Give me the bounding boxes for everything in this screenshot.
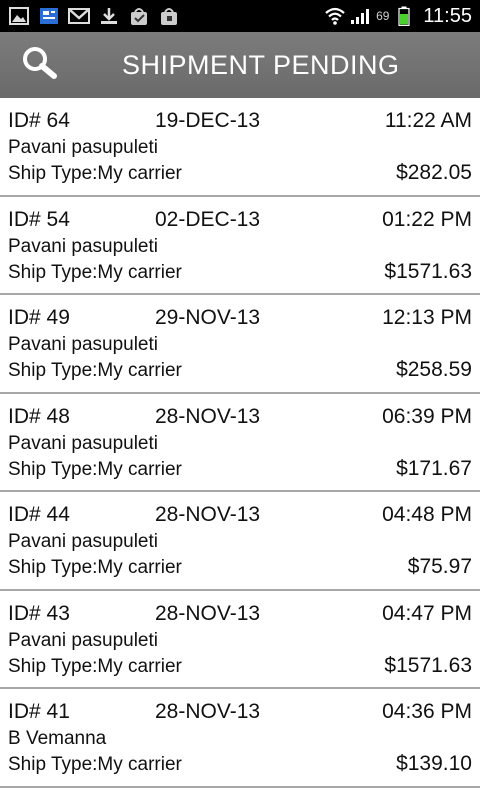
shipment-time: 01:22 PM: [382, 207, 472, 231]
customer-name: B Vemanna: [8, 728, 107, 749]
shipment-time: 04:47 PM: [382, 601, 472, 625]
shipment-id: ID# 41: [8, 700, 70, 723]
shipment-row[interactable]: ID# 43 28-NOV-13 04:47 PM Pavani pasupul…: [0, 591, 480, 689]
shipment-date: 29-NOV-13: [155, 306, 261, 329]
shipment-amount: $171.67: [396, 456, 472, 480]
ship-type: Ship Type:My carrier: [8, 557, 182, 578]
shipment-amount: $1571.63: [384, 259, 472, 283]
shipment-row[interactable]: ID# 44 28-NOV-13 04:48 PM Pavani pasupul…: [0, 492, 480, 591]
page-title: SHIPMENT PENDING: [122, 49, 400, 80]
status-bar: 69 11:55: [0, 0, 480, 32]
shipment-list[interactable]: ID# 64 19-DEC-13 11:22 AM Pavani pasupul…: [0, 98, 480, 788]
search-button[interactable]: [0, 32, 80, 98]
shipment-row[interactable]: ID# 49 29-NOV-13 12:13 PM Pavani pasupul…: [0, 295, 480, 394]
shipment-time: 06:39 PM: [382, 404, 472, 428]
shipment-id: ID# 44: [8, 503, 70, 526]
shipment-date: 28-NOV-13: [155, 700, 261, 723]
shipment-time: 04:48 PM: [382, 503, 472, 526]
ship-type: Ship Type:My carrier: [8, 754, 182, 775]
shipment-row[interactable]: ID# 64 19-DEC-13 11:22 AM Pavani pasupul…: [0, 98, 480, 197]
battery-icon: [393, 6, 415, 26]
app-header: SHIPMENT PENDING: [0, 32, 480, 98]
shipment-time: 11:22 AM: [384, 109, 472, 132]
ship-type: Ship Type:My carrier: [8, 163, 182, 184]
signal-icon: [350, 6, 372, 26]
search-icon: [20, 45, 60, 86]
shipment-id: ID# 49: [8, 306, 70, 329]
customer-name: Pavani pasupuleti: [8, 531, 158, 552]
shipment-row[interactable]: ID# 54 02-DEC-13 01:22 PM Pavani pasupul…: [0, 197, 480, 295]
shipment-row[interactable]: ID# 41 28-NOV-13 04:36 PM B Vemanna Ship…: [0, 689, 480, 788]
wifi-icon: [324, 6, 346, 26]
battery-percent: 69: [376, 9, 390, 23]
shipment-time: 12:13 PM: [382, 306, 472, 329]
download-icon: [98, 6, 120, 26]
store-icon: [128, 6, 150, 26]
notification-icons: [8, 6, 180, 26]
gmail-icon: [68, 6, 90, 26]
ship-type: Ship Type:My carrier: [8, 261, 182, 283]
customer-name: Pavani pasupuleti: [8, 334, 158, 355]
shipment-id: ID# 43: [8, 601, 70, 625]
shipment-amount: $1571.63: [384, 653, 472, 677]
shipment-row[interactable]: ID# 48 28-NOV-13 06:39 PM Pavani pasupul…: [0, 394, 480, 492]
customer-name: Pavani pasupuleti: [8, 629, 158, 651]
gallery-icon: [8, 6, 30, 26]
bag-icon: [158, 6, 180, 26]
ship-type: Ship Type:My carrier: [8, 360, 182, 381]
shipment-id: ID# 48: [8, 404, 70, 428]
customer-name: Pavani pasupuleti: [8, 137, 158, 158]
shipment-amount: $75.97: [407, 555, 472, 578]
customer-name: Pavani pasupuleti: [8, 432, 158, 454]
news-icon: [38, 6, 60, 26]
shipment-amount: $139.10: [396, 752, 472, 775]
shipment-amount: $282.05: [396, 161, 472, 184]
clock: 11:55: [423, 4, 472, 27]
shipment-amount: $258.59: [396, 358, 472, 381]
shipment-date: 28-NOV-13: [155, 404, 261, 428]
shipment-id: ID# 54: [8, 207, 70, 231]
shipment-date: 28-NOV-13: [155, 503, 261, 526]
shipment-date: 02-DEC-13: [155, 207, 261, 231]
system-status: 69 11:55: [324, 5, 472, 28]
shipment-id: ID# 64: [8, 109, 70, 132]
customer-name: Pavani pasupuleti: [8, 235, 158, 257]
shipment-date: 19-DEC-13: [155, 109, 261, 132]
ship-type: Ship Type:My carrier: [8, 655, 182, 677]
shipment-time: 04:36 PM: [382, 700, 472, 723]
shipment-date: 28-NOV-13: [155, 601, 261, 625]
ship-type: Ship Type:My carrier: [8, 458, 182, 480]
